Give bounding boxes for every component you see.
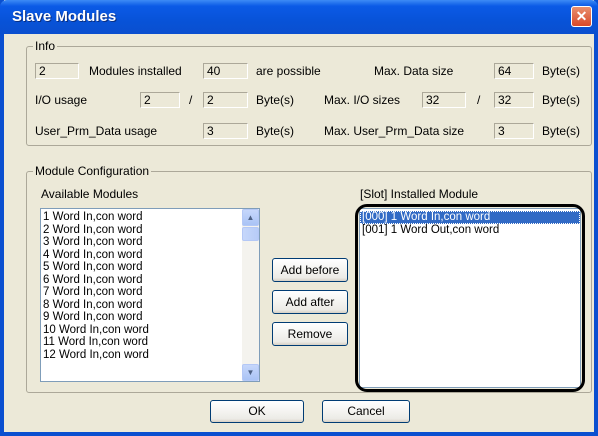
user-prm-usage-label: User_Prm_Data usage (35, 124, 158, 138)
list-item[interactable]: 11 Word In,con word (41, 336, 259, 349)
list-item[interactable]: 6 Word In,con word (41, 274, 259, 287)
cancel-button[interactable]: Cancel (322, 400, 410, 423)
max-io-unit: Byte(s) (542, 93, 581, 107)
user-prm-usage-field: 3 (203, 123, 248, 139)
user-prm-usage-unit: Byte(s) (256, 124, 295, 138)
list-item[interactable]: 5 Word In,con word (41, 261, 259, 274)
list-item[interactable]: 1 Word In,con word (41, 211, 259, 224)
max-io-separator: / (477, 93, 481, 107)
installed-modules-list[interactable]: [000] 1 Word In,con word [001] 1 Word Out… (359, 208, 581, 388)
list-item[interactable]: 10 Word In,con word (41, 324, 259, 337)
io-usage-label: I/O usage (35, 93, 88, 107)
max-data-size-field: 64 (494, 63, 534, 79)
max-data-size-unit: Byte(s) (542, 64, 581, 78)
max-io-sizes-label: Max. I/O sizes (324, 93, 401, 107)
close-button[interactable]: ✕ (571, 6, 592, 27)
chevron-down-icon[interactable]: ▼ (242, 364, 259, 381)
slave-modules-dialog: Slave Modules ✕ Info 2 Modules installed… (0, 0, 598, 436)
module-config-legend: Module Configuration (33, 164, 152, 178)
list-item[interactable]: 9 Word In,con word (41, 311, 259, 324)
close-icon: ✕ (575, 8, 588, 24)
modules-possible-label: are possible (256, 64, 321, 78)
modules-installed-label: Modules installed (89, 64, 182, 78)
list-item[interactable]: 12 Word In,con word (41, 349, 259, 362)
info-legend: Info (33, 39, 58, 53)
title-bar[interactable]: Slave Modules ✕ (0, 0, 598, 34)
io-usage-separator: / (189, 93, 193, 107)
remove-button[interactable]: Remove (272, 322, 348, 346)
modules-possible-field: 40 (203, 63, 248, 79)
scrollbar-thumb[interactable] (242, 227, 259, 241)
available-modules-list[interactable]: 1 Word In,con word 2 Word In,con word 3 Wo… (40, 208, 260, 382)
max-data-size-label: Max. Data size (374, 64, 454, 78)
list-item[interactable]: 3 Word In,con word (41, 236, 259, 249)
max-io-out-field: 32 (494, 92, 534, 108)
max-io-in-field: 32 (422, 92, 466, 108)
add-after-button[interactable]: Add after (272, 290, 348, 314)
available-modules-scrollbar[interactable]: ▲ ▼ (242, 209, 259, 381)
installed-module-item[interactable]: [000] 1 Word In,con word (360, 211, 580, 224)
io-usage-out-field: 2 (203, 92, 248, 108)
modules-installed-field: 2 (35, 63, 79, 79)
available-modules-label: Available Modules (41, 187, 139, 201)
window-title: Slave Modules (12, 8, 117, 25)
installed-module-label: [Slot] Installed Module (360, 187, 479, 201)
max-user-prm-label: Max. User_Prm_Data size (324, 124, 465, 138)
list-item[interactable]: 2 Word In,con word (41, 224, 259, 237)
max-user-prm-unit: Byte(s) (542, 124, 581, 138)
chevron-up-icon[interactable]: ▲ (242, 209, 259, 226)
io-usage-in-field: 2 (140, 92, 180, 108)
max-user-prm-field: 3 (494, 123, 534, 139)
list-item[interactable]: 4 Word In,con word (41, 249, 259, 262)
list-item[interactable]: 7 Word In,con word (41, 286, 259, 299)
installed-module-item[interactable]: [001] 1 Word Out,con word (360, 224, 580, 237)
ok-button[interactable]: OK (210, 400, 304, 423)
list-item[interactable]: 8 Word In,con word (41, 299, 259, 312)
add-before-button[interactable]: Add before (272, 258, 348, 282)
io-usage-unit: Byte(s) (256, 93, 295, 107)
